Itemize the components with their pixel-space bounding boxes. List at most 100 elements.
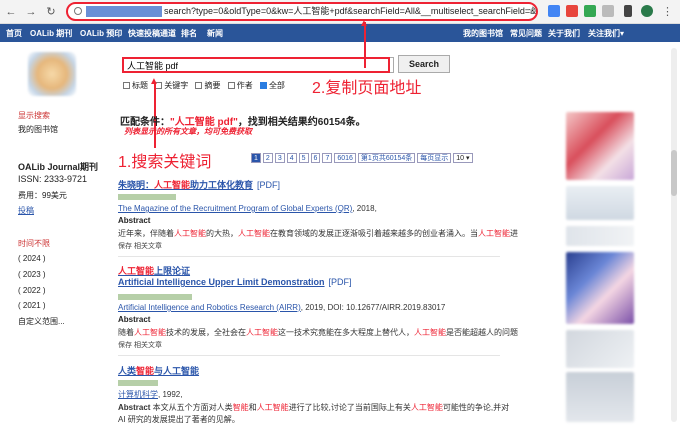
free-access-note: 列表显示的所有文章，均可免费获取 bbox=[124, 127, 252, 136]
extension-icon[interactable] bbox=[584, 5, 596, 17]
back-icon[interactable]: ← bbox=[4, 5, 18, 19]
page-6[interactable]: 6 bbox=[310, 153, 321, 163]
page-1[interactable]: 1 bbox=[251, 153, 261, 163]
result-title[interactable]: 人工智能上限论证 bbox=[118, 266, 190, 276]
page-5[interactable]: 5 bbox=[298, 153, 309, 163]
result-actions[interactable]: 保存 相关文章 bbox=[118, 241, 162, 251]
filter-title[interactable]: 标题 bbox=[123, 81, 148, 90]
result-title[interactable]: 朱晓明：人工智能助力工体化教育 bbox=[118, 180, 253, 190]
page-4[interactable]: 4 bbox=[286, 153, 297, 163]
annotation-arrow-head: ▲ bbox=[149, 76, 159, 87]
nav-ranking[interactable]: 排名 bbox=[181, 28, 197, 39]
nav-home[interactable]: 首页 bbox=[6, 28, 22, 39]
reload-icon[interactable]: ↻ bbox=[44, 5, 58, 19]
result-title[interactable]: 人类智能与人工智能 bbox=[118, 366, 199, 376]
menu-kebab-icon[interactable]: ⋮ bbox=[662, 5, 673, 18]
annotation-copy-url: 2.复制页面地址 bbox=[312, 80, 422, 97]
journal-link[interactable]: Artificial Intelligence and Robotics Res… bbox=[118, 303, 301, 312]
browser-toolbar: ← → ↻ search?type=0&oldType=0&kw=人工智能+pd… bbox=[0, 0, 680, 24]
journal-cover-thumbnail[interactable] bbox=[566, 372, 634, 422]
time-filter-any[interactable]: 时间不限 bbox=[18, 238, 50, 249]
journal-cover-thumbnail[interactable] bbox=[566, 112, 634, 180]
author-line bbox=[118, 191, 176, 201]
per-page-label: 每页显示 bbox=[417, 153, 452, 163]
nav-oalib-journal[interactable]: OALib 期刊 bbox=[30, 28, 72, 39]
journal-heading: OALib Journal期刊 bbox=[18, 162, 99, 172]
address-bar[interactable]: search?type=0&oldType=0&kw=人工智能+pdf&sear… bbox=[66, 2, 538, 21]
year-filter-2024[interactable]: ( 2024 ) bbox=[18, 254, 46, 263]
extension-icon[interactable] bbox=[548, 5, 560, 17]
result-item: 人工智能上限论证 bbox=[118, 264, 190, 277]
extension-icon[interactable] bbox=[566, 5, 578, 17]
journal-cover-thumbnail[interactable] bbox=[566, 226, 634, 246]
site-logo[interactable] bbox=[28, 52, 76, 96]
sidepanel-icon[interactable] bbox=[624, 5, 632, 17]
pdf-tag[interactable]: [PDF] bbox=[329, 277, 352, 287]
result-source: The Magazine of the Recruitment Program … bbox=[118, 204, 377, 213]
journal-link[interactable]: 计算机科学 bbox=[118, 390, 158, 399]
pagination: 1 2 3 4 5 6 7 6016 第1页共60154条 每页显示 10 ▾ bbox=[251, 153, 475, 163]
journal-cover-thumbnail[interactable] bbox=[566, 330, 634, 368]
page-7[interactable]: 7 bbox=[322, 153, 333, 163]
result-divider bbox=[118, 256, 500, 257]
nav-news[interactable]: 新闻 bbox=[207, 28, 223, 39]
abstract-label: Abstract bbox=[118, 216, 151, 225]
issn-text: ISSN: 2333-9721 bbox=[18, 174, 88, 184]
show-search-link[interactable]: 显示搜索 bbox=[18, 110, 50, 121]
site-info-icon[interactable] bbox=[74, 7, 82, 15]
filter-author[interactable]: 作者 bbox=[227, 81, 253, 90]
blurred-authors bbox=[118, 193, 176, 200]
abstract-text: 近年来，伴随着人工智能的大热，人工智能在教育领域的发展正逐渐吸引着越来越多的创业… bbox=[118, 229, 518, 238]
result-actions[interactable]: 保存 相关文章 bbox=[118, 340, 162, 350]
journal-cover-thumbnail[interactable] bbox=[566, 252, 634, 324]
nav-faq[interactable]: 常见问题 bbox=[510, 28, 542, 39]
nav-oalib-preprint[interactable]: OALib 预印 bbox=[80, 28, 122, 39]
page-last[interactable]: 6016 bbox=[334, 153, 356, 163]
forward-icon[interactable]: → bbox=[24, 5, 38, 19]
profile-avatar[interactable] bbox=[641, 5, 653, 17]
result-item: 朱晓明：人工智能助力工体化教育 [PDF] bbox=[118, 178, 280, 191]
nav-fast-submit[interactable]: 快速投稿通道 bbox=[128, 28, 176, 39]
result-item: 人类智能与人工智能 bbox=[118, 364, 199, 377]
year-filter-2022[interactable]: ( 2022 ) bbox=[18, 286, 46, 295]
blurred-authors bbox=[118, 293, 192, 300]
search-button[interactable]: Search bbox=[398, 55, 450, 73]
journal-link[interactable]: The Magazine of the Recruitment Program … bbox=[118, 204, 352, 213]
search-input-wrapper[interactable] bbox=[122, 57, 390, 73]
journal-cover-thumbnail[interactable] bbox=[566, 186, 634, 220]
blurred-authors bbox=[118, 379, 158, 386]
extensions-puzzle-icon[interactable] bbox=[602, 5, 614, 17]
result-english-title[interactable]: Artificial Intelligence Upper Limit Demo… bbox=[118, 277, 325, 287]
page-3[interactable]: 3 bbox=[274, 153, 285, 163]
page-2[interactable]: 2 bbox=[262, 153, 273, 163]
result-source: Artificial Intelligence and Robotics Res… bbox=[118, 303, 446, 312]
page-scrollbar-thumb[interactable] bbox=[671, 150, 677, 196]
nav-my-library[interactable]: 我的图书馆 bbox=[463, 28, 503, 39]
filter-keyword[interactable]: 关键字 bbox=[155, 81, 188, 90]
year-filter-2023[interactable]: ( 2023 ) bbox=[18, 270, 46, 279]
per-page-select[interactable]: 10 ▾ bbox=[453, 153, 473, 163]
filter-abstract[interactable]: 摘要 bbox=[195, 81, 220, 90]
author-line bbox=[118, 291, 192, 301]
search-input[interactable] bbox=[124, 59, 388, 71]
result-source: 计算机科学, 1992, bbox=[118, 390, 183, 399]
year-filter-2021[interactable]: ( 2021 ) bbox=[18, 301, 46, 310]
submit-link[interactable]: 投稿 bbox=[18, 205, 34, 216]
nav-about[interactable]: 关于我们 bbox=[548, 28, 580, 39]
abstract-text: Abstract 本文从五个方面对人类智能和人工智能进行了比较,讨论了当前国际上… bbox=[118, 403, 510, 412]
abstract-text-line2: AI 研究的发展提出了著者的见解。 bbox=[118, 415, 240, 424]
nav-follow[interactable]: 关注我们▾ bbox=[588, 28, 624, 39]
annotation-search-keyword: 1.搜索关键词 bbox=[118, 154, 212, 171]
page-scrollbar[interactable] bbox=[671, 48, 677, 422]
site-nav-bar: 首页 OALib 期刊 OALib 预印 快速投稿通道 排名 新闻 我的图书馆 … bbox=[0, 24, 680, 42]
custom-range-link[interactable]: 自定义范围... bbox=[18, 316, 65, 327]
bookmark-star-icon[interactable]: ☆ bbox=[528, 4, 538, 17]
page-info: 第1页共60154条 bbox=[357, 153, 416, 163]
filter-all[interactable]: 全部 bbox=[259, 81, 285, 90]
my-library-link[interactable]: 我的图书馆 bbox=[18, 124, 58, 135]
url-text[interactable]: search?type=0&oldType=0&kw=人工智能+pdf&sear… bbox=[164, 6, 536, 17]
pdf-tag[interactable]: [PDF] bbox=[257, 180, 280, 190]
abstract-text: 随着人工智能技术的发展，全社会在人工智能这一技术究竟能在多大程度上替代人，人工智… bbox=[118, 328, 518, 337]
result-divider bbox=[118, 355, 500, 356]
fee-text: 费用：99美元 bbox=[18, 191, 67, 200]
